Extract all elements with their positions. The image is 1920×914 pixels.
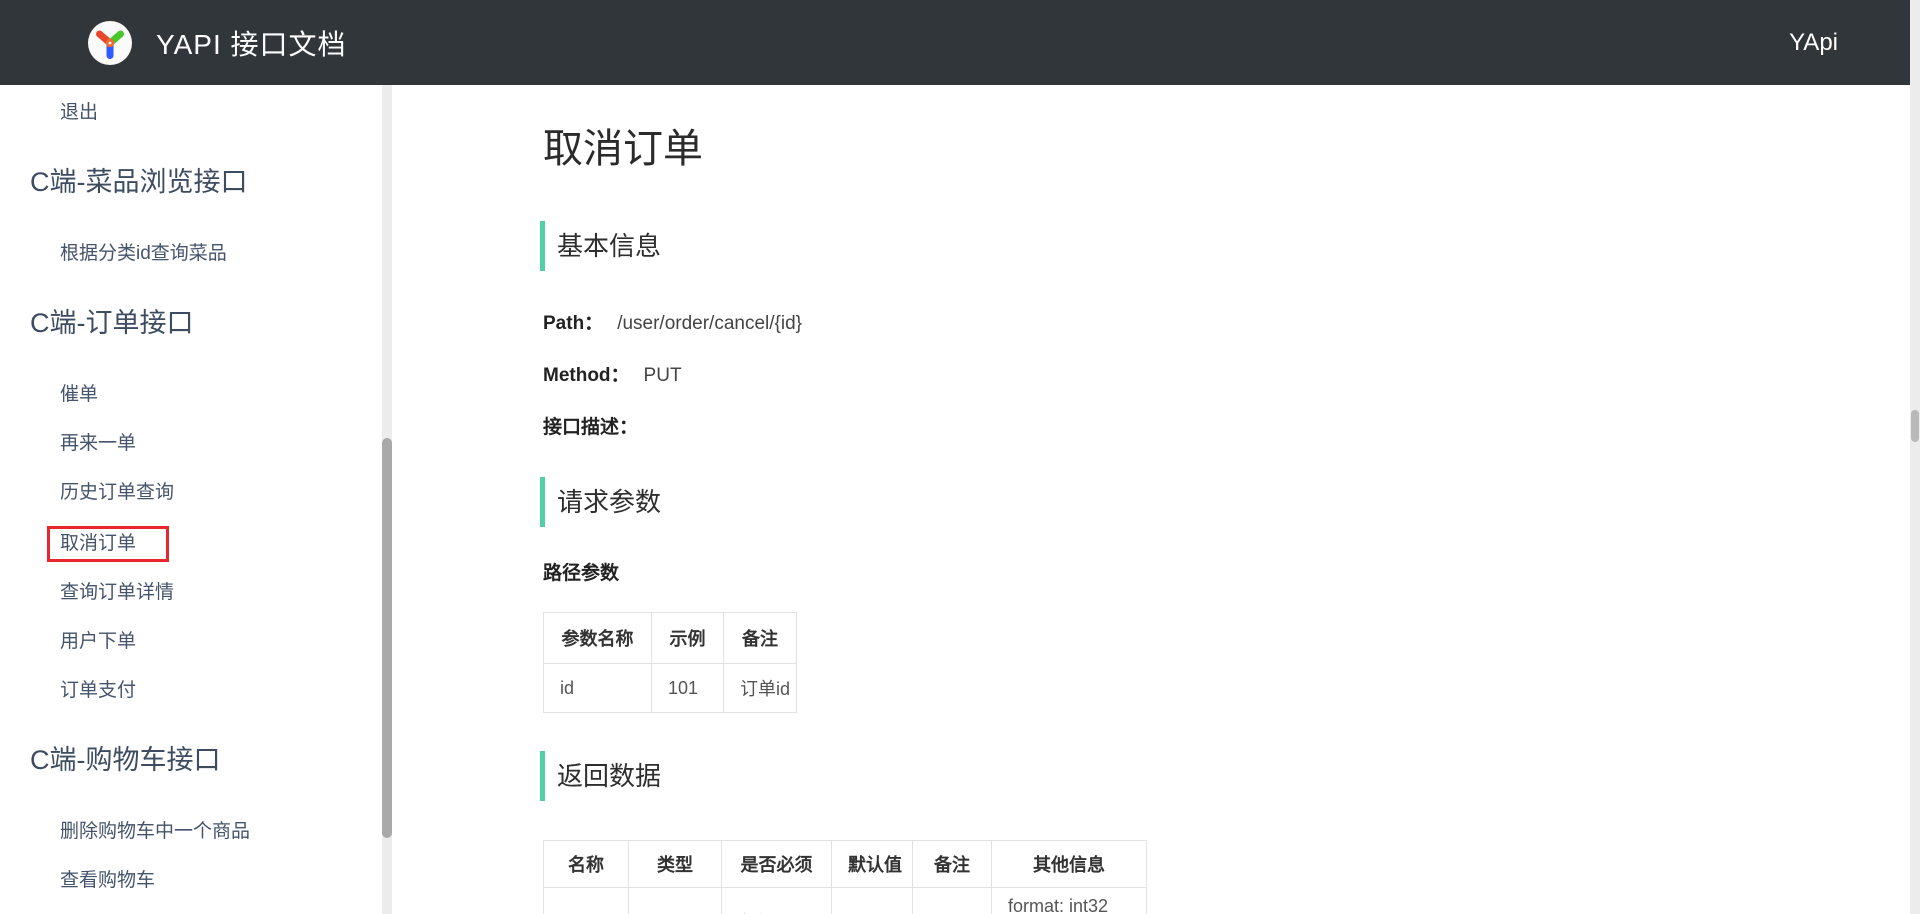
- table-cell: [832, 888, 913, 914]
- path-value: /user/order/cancel/{id}: [617, 313, 802, 334]
- method-label: Method：: [543, 365, 630, 386]
- column-header: 备注: [724, 613, 797, 664]
- sidebar-item-delete-cart-item[interactable]: 删除购物车中一个商品: [60, 821, 250, 843]
- sidebar-item-order-detail[interactable]: 查询订单详情: [60, 582, 174, 604]
- column-header: 备注: [913, 841, 992, 888]
- table-cell: id: [544, 664, 652, 713]
- sidebar: 退出 C端-菜品浏览接口根据分类id查询菜品 C端-订单接口催单再来一单历史订单查询…: [0, 85, 382, 914]
- response-data-table-head: 名称类型是否必须默认值备注其他信息: [544, 841, 1147, 888]
- sidebar-group-shopping-cart[interactable]: C端-购物车接口: [30, 742, 382, 778]
- column-header: 示例: [652, 613, 724, 664]
- table-cell: 必须: [722, 888, 832, 914]
- topbar-link-yapi[interactable]: YApi: [1789, 0, 1838, 85]
- path-label: Path：: [543, 313, 603, 334]
- sidebar-group-dish-browse[interactable]: C端-菜品浏览接口: [30, 164, 382, 200]
- sidebar-item-cancel-order[interactable]: 取消订单: [47, 526, 169, 562]
- subheading-path-params: 路径参数: [543, 561, 1920, 587]
- sidebar-item-logout[interactable]: 退出: [60, 102, 98, 124]
- section-heading-response-data: 返回数据: [540, 751, 1920, 801]
- page-scrollbar-track[interactable]: [1910, 0, 1920, 914]
- section-heading-request-params: 请求参数: [540, 477, 1920, 527]
- path-params-table: 参数名称示例备注 id101订单id: [543, 612, 797, 713]
- table-row: id101订单id: [544, 664, 797, 713]
- sidebar-item-remind-order[interactable]: 催单: [60, 384, 98, 406]
- sidebar-item-view-cart[interactable]: 查看购物车: [60, 870, 155, 892]
- app-title: YAPI 接口文档: [156, 23, 347, 63]
- table-cell: format: int32: [992, 888, 1147, 914]
- table-header-row: 名称类型是否必须默认值备注其他信息: [544, 841, 1147, 888]
- app-header: YAPI 接口文档 YApi: [0, 0, 1910, 85]
- table-row: codeinteger必须 format: int32: [544, 888, 1147, 914]
- column-header: 默认值: [832, 841, 913, 888]
- column-header: 参数名称: [544, 613, 652, 664]
- response-data-table: 名称类型是否必须默认值备注其他信息 codeinteger必须 format: i…: [543, 840, 1147, 914]
- description-label: 接口描述：: [543, 417, 638, 438]
- path-row: Path： /user/order/cancel/{id}: [543, 311, 1920, 337]
- table-cell: 101: [652, 664, 724, 713]
- column-header: 类型: [629, 841, 722, 888]
- sidebar-item-user-submit-order[interactable]: 用户下单: [60, 631, 136, 653]
- page-title: 取消订单: [543, 125, 1920, 173]
- table-cell: 订单id: [724, 664, 797, 713]
- column-header: 是否必须: [722, 841, 832, 888]
- column-header: 名称: [544, 841, 629, 888]
- response-data-table-body: codeinteger必须 format: int32: [544, 888, 1147, 914]
- sidebar-nav: 退出 C端-菜品浏览接口根据分类id查询菜品 C端-订单接口催单再来一单历史订单查询…: [0, 85, 382, 892]
- sidebar-item-order-payment[interactable]: 订单支付: [60, 680, 136, 702]
- page-scrollbar-thumb[interactable]: [1911, 410, 1919, 442]
- path-params-table-body: id101订单id: [544, 664, 797, 713]
- sidebar-group-order[interactable]: C端-订单接口: [30, 305, 382, 341]
- sidebar-item-repeat-order[interactable]: 再来一单: [60, 433, 136, 455]
- yapi-logo-icon: [88, 21, 132, 65]
- table-header-row: 参数名称示例备注: [544, 613, 797, 664]
- sidebar-item-history-order-query[interactable]: 历史订单查询: [60, 482, 174, 504]
- sidebar-scrollbar-thumb[interactable]: [382, 438, 392, 838]
- table-cell: integer: [629, 888, 722, 914]
- column-header: 其他信息: [992, 841, 1147, 888]
- description-row: 接口描述：: [543, 415, 1920, 441]
- table-cell: code: [544, 888, 629, 914]
- table-cell: [913, 888, 992, 914]
- path-params-table-head: 参数名称示例备注: [544, 613, 797, 664]
- method-value: PUT: [644, 365, 682, 386]
- sidebar-item-query-dish-by-category-id[interactable]: 根据分类id查询菜品: [60, 243, 227, 265]
- section-heading-basic-info: 基本信息: [540, 221, 1920, 271]
- sidebar-scrollbar-track[interactable]: [382, 85, 392, 914]
- main-content: 取消订单 基本信息 Path： /user/order/cancel/{id} M…: [392, 85, 1920, 914]
- method-row: Method： PUT: [543, 363, 1920, 389]
